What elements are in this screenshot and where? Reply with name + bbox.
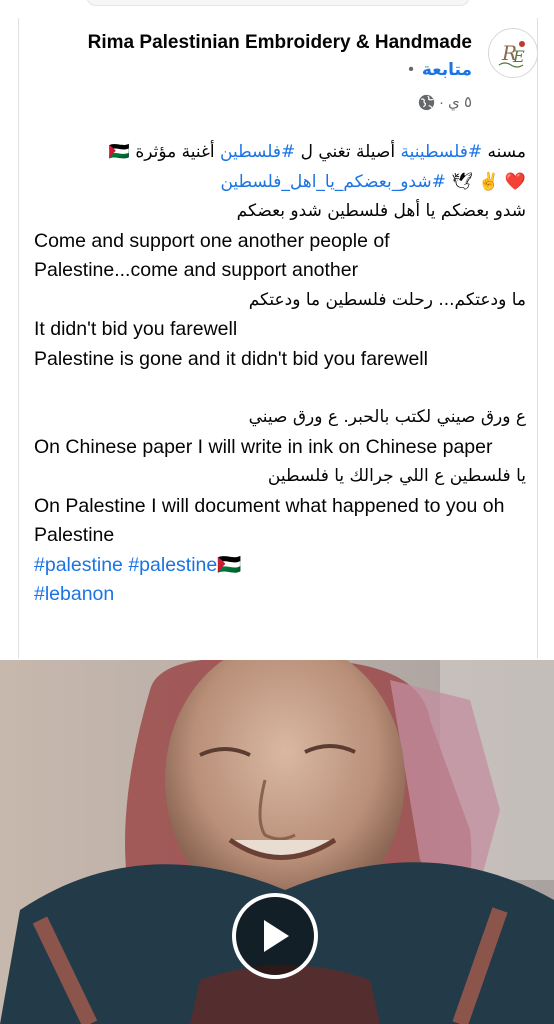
- hashtag-link[interactable]: #شدو_بعضكم_يا_اهل_فلسطين: [220, 172, 445, 192]
- post-line: ❤️ ✌️ 🕊 #شدو_بعضكم_يا_اهل_فلسطين: [34, 168, 526, 198]
- post-text-segment: ع ورق صيني لكتب بالحبر. ع ورق صيني: [248, 407, 526, 427]
- post-line: ع ورق صيني لكتب بالحبر. ع ورق صيني: [34, 403, 526, 433]
- post-text-segment: أغنية مؤثرة 🇵🇸: [108, 142, 221, 162]
- post-text-segment: On Chinese paper I will write in ink on …: [34, 435, 493, 458]
- post-line: Come and support one another people of P…: [34, 227, 526, 286]
- post-text-segment: مسنه: [482, 142, 526, 162]
- follow-button[interactable]: متابعة: [422, 60, 472, 80]
- post-text-segment: ❤️ ✌️ 🕊: [445, 171, 526, 192]
- post-line: #palestine #palestine🇵🇸: [34, 551, 526, 581]
- post-text-segment: On Palestine I will document what happen…: [34, 494, 505, 547]
- post-text-segment: أصيلة تغني ل: [295, 142, 401, 162]
- post-text-segment: ما ودعتكم... رحلت فلسطين ما ودعتكم: [248, 289, 526, 310]
- follow-row: متابعة •: [408, 60, 472, 80]
- post-line: #lebanon: [34, 580, 526, 610]
- post-line: مسنه #فلسطينية أصيلة تغني ل #فلسطين أغني…: [34, 138, 526, 168]
- post-line: شدو بعضكم يا أهل فلسطين شدو بعضكم: [34, 197, 526, 227]
- meta-separator: ·: [439, 93, 445, 111]
- post-text-segment: It didn't bid you farewell: [34, 318, 238, 340]
- post-text-segment: 🇵🇸: [217, 553, 242, 576]
- post-text-segment: Come and support one another people of P…: [34, 229, 390, 282]
- post-line: Palestine is gone and it didn't bid you …: [34, 345, 526, 375]
- post-line: يا فلسطين ع اللي جرالك يا فلسطين: [34, 462, 526, 492]
- post-text-segment: Palestine is gone and it didn't bid you …: [34, 347, 428, 370]
- post-time[interactable]: ٥ ي: [448, 93, 472, 111]
- post-line: It didn't bid you farewell: [34, 315, 526, 345]
- post-text-segment: شدو بعضكم يا أهل فلسطين شدو بعضكم: [236, 201, 526, 221]
- hashtag-link[interactable]: #palestine: [128, 554, 217, 576]
- hashtag-link[interactable]: #palestine: [34, 554, 123, 576]
- post-text-segment: يا فلسطين ع اللي جرالك يا فلسطين: [267, 466, 526, 486]
- hashtag-link[interactable]: #lebanon: [34, 583, 114, 605]
- globe-icon: [418, 94, 435, 110]
- post-line: ما ودعتكم... رحلت فلسطين ما ودعتكم: [34, 286, 526, 316]
- logo-monogram-icon: R E: [493, 33, 533, 73]
- post-body: مسنه #فلسطينية أصيلة تغني ل #فلسطين أغني…: [34, 138, 526, 610]
- post-line: On Chinese paper I will write in ink on …: [34, 433, 526, 463]
- post-line: On Palestine I will document what happen…: [34, 492, 526, 551]
- page-logo-avatar[interactable]: R E: [488, 28, 538, 78]
- play-icon: [264, 920, 289, 952]
- play-button[interactable]: [232, 893, 318, 979]
- post-meta: ٥ ي ·: [418, 93, 472, 111]
- svg-text:E: E: [512, 47, 525, 66]
- hashtag-link[interactable]: #فلسطين: [220, 142, 295, 162]
- page-name[interactable]: Rima Palestinian Embroidery & Handmade: [88, 32, 472, 54]
- top-pill-bar: [86, 0, 470, 6]
- separator-dot: •: [408, 61, 414, 78]
- hashtag-link[interactable]: #فلسطينية: [400, 142, 482, 162]
